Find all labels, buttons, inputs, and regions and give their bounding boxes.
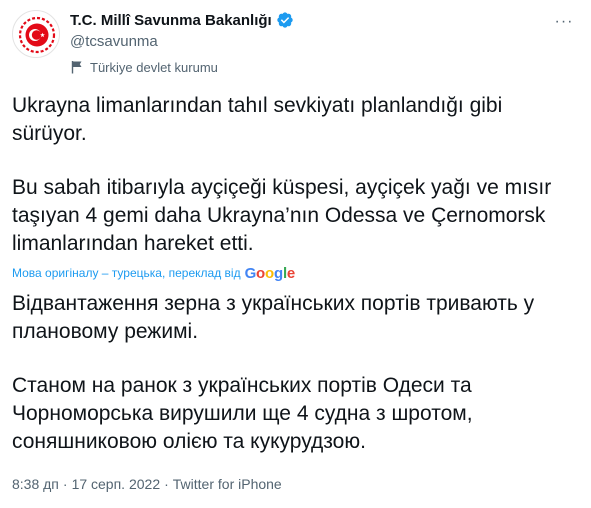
google-letter: e: [286, 264, 296, 282]
display-name-row: T.C. Millî Savunma Bakanlığı: [70, 10, 539, 30]
tweet-date-link[interactable]: 17 серп. 2022: [72, 476, 161, 492]
tweet-meta: 8:38 дп · 17 серп. 2022 · Twitter for iP…: [12, 474, 282, 494]
google-letter: o: [256, 264, 266, 282]
translated-text: Відвантаження зерна з українських портів…: [12, 290, 587, 456]
meta-separator: ·: [164, 476, 169, 492]
google-letter: o: [265, 264, 274, 282]
account-label: Türkiye devlet kurumu: [70, 58, 539, 76]
ministry-emblem-icon: [18, 16, 56, 54]
tweet-header: T.C. Millî Savunma Bakanlığı @tcsavunma …: [12, 10, 579, 76]
more-options-button[interactable]: ···: [549, 10, 579, 34]
google-letter: G: [244, 264, 257, 282]
translated-paragraph: Станом на ранок з українських портів Оде…: [12, 374, 473, 453]
verified-badge-icon: [276, 11, 294, 29]
tweet-text: Ukrayna limanlarından tahıl sevkiyatı pl…: [12, 92, 582, 258]
account-avatar[interactable]: [12, 10, 60, 58]
account-names: T.C. Millî Savunma Bakanlığı @tcsavunma …: [70, 10, 539, 76]
account-label-text: Türkiye devlet kurumu: [90, 59, 218, 75]
translation-note-text: Мова оригіналу – турецька, переклад від: [12, 266, 241, 280]
tweet-time-link[interactable]: 8:38 дп: [12, 476, 59, 492]
meta-separator: ·: [62, 476, 68, 492]
display-name[interactable]: T.C. Millî Savunma Bakanlığı: [70, 12, 272, 29]
tweet-paragraph: Bu sabah itibarıyla ayçiçeği küspesi, ay…: [12, 176, 552, 255]
account-handle[interactable]: @tcsavunma: [70, 32, 539, 52]
government-flag-icon: [70, 60, 84, 74]
google-logo: Google: [245, 265, 296, 282]
google-letter: g: [273, 264, 283, 282]
translation-note[interactable]: Мова оригіналу – турецька, переклад від …: [12, 264, 572, 282]
translated-paragraph: Відвантаження зерна з українських портів…: [12, 292, 535, 343]
tweet-paragraph: Ukrayna limanlarından tahıl sevkiyatı pl…: [12, 94, 503, 145]
tweet-source-link[interactable]: Twitter for iPhone: [173, 476, 282, 492]
